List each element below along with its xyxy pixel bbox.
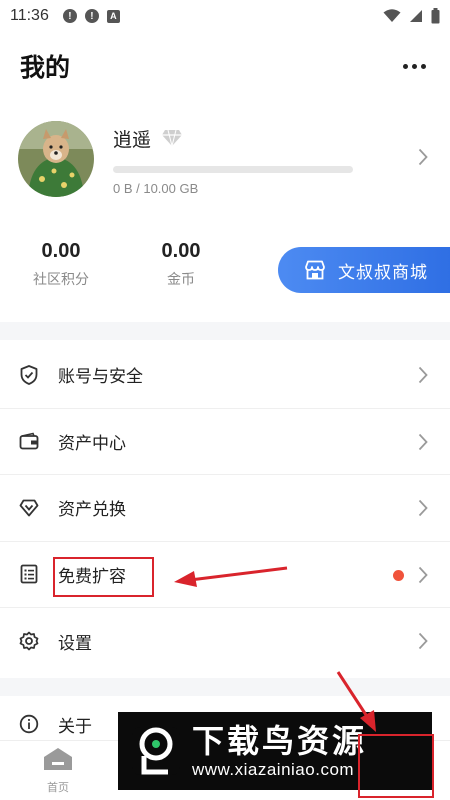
menu-item-settings[interactable]: 设置 [0,608,450,675]
more-dot-icon [421,63,426,69]
battery-icon [431,8,440,24]
menu-item-label: 关于 [58,716,92,737]
stat-label: 社区积分 [33,272,89,288]
alert-icon: ! [84,9,99,23]
storage-progress-bar [113,165,353,173]
notification-badge [393,569,404,581]
mall-label: 文叔叔商城 [338,262,428,283]
menu-item-label: 资产兑换 [58,500,126,521]
chevron-right-icon [418,148,428,166]
menu-item-asset-center[interactable]: 资产中心 [0,409,450,475]
more-dot-icon [412,63,417,69]
more-options-button[interactable] [399,56,430,77]
avatar-image [18,121,94,197]
wallet-icon [19,431,39,451]
alert-icon: ! [62,9,77,23]
status-bar: 11:36 ! ! A [0,0,450,32]
mall-button[interactable]: 文叔叔商城 [278,247,450,293]
wifi-icon [383,9,401,22]
home-icon [44,748,72,770]
username: 逍遥 [113,128,152,151]
chevron-right-icon [418,632,428,650]
section-divider [0,322,450,340]
more-dot-icon [403,63,408,69]
header: 我的 [0,40,450,92]
system-icons [383,8,440,24]
coins-stat[interactable]: 0.00 金币 [136,240,226,289]
gear-icon [19,631,39,651]
signal-icon [410,10,422,22]
community-points-stat[interactable]: 0.00 社区积分 [16,240,106,289]
watermark-logo-icon [132,727,180,775]
profile-info: 逍遥 0 B / 10.00 GB [113,123,353,196]
menu-item-label: 设置 [58,633,92,654]
tab-home-label: 首页 [47,781,69,794]
chevron-right-icon [418,499,428,517]
username-row: 逍遥 [113,125,353,152]
shop-icon [305,260,325,280]
diamond-icon [19,498,39,518]
settings-menu: 账号与安全 资产中心 资产兑换 免费扩容 设置 [0,342,450,675]
watermark-url: www.xiazainiao.com [192,760,355,779]
avatar[interactable] [18,121,94,197]
menu-item-account-security[interactable]: 账号与安全 [0,342,450,409]
menu-item-label: 账号与安全 [58,367,143,388]
list-icon [19,564,39,584]
stat-value: 0.00 [161,240,201,262]
shield-check-icon [19,364,39,385]
section-divider [0,678,450,696]
status-time: 11:36 [10,7,49,24]
tab-home[interactable]: 首页 [38,747,78,795]
annotation-highlight-box [53,557,154,597]
chevron-right-icon [418,566,428,583]
chevron-right-icon [418,433,428,450]
annotation-highlight-box [358,734,434,798]
vip-diamond-icon [162,129,183,147]
app-notification-icon: A [106,9,120,23]
chevron-right-icon [418,366,428,384]
profile-card[interactable]: 逍遥 0 B / 10.00 GB [0,118,450,200]
annotation-arrow [174,566,288,587]
page-title: 我的 [20,53,71,82]
storage-usage-text: 0 B / 10.00 GB [113,180,199,196]
annotation-arrow [336,671,376,732]
notification-icons: ! ! A [62,9,120,23]
menu-item-label: 资产中心 [58,433,126,454]
info-icon [19,714,39,734]
stat-label: 金币 [167,272,195,288]
menu-item-asset-exchange[interactable]: 资产兑换 [0,475,450,542]
stat-value: 0.00 [41,240,81,262]
